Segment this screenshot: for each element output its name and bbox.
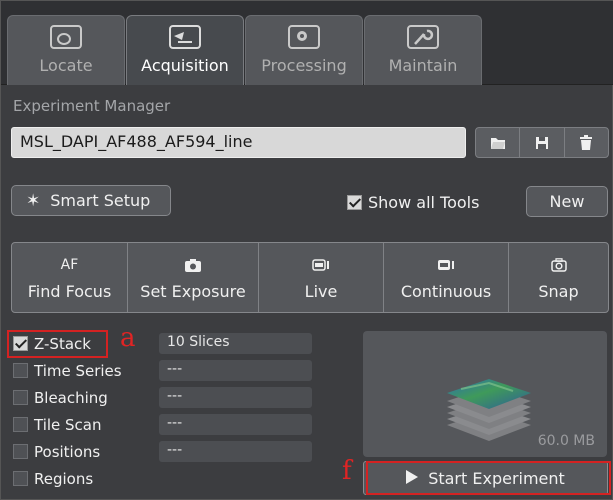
z-stack-highlight <box>7 330 108 358</box>
tab-acquisition[interactable]: Acquisition <box>126 15 244 85</box>
dimension-value: --- <box>159 414 312 435</box>
tab-processing[interactable]: Processing <box>245 15 363 85</box>
dimension-time-series[interactable]: Time Series <box>13 360 122 381</box>
dimension-value: 10 Slices <box>159 333 312 354</box>
tab-maintain[interactable]: Maintain <box>364 15 482 85</box>
stack-preview: 60.0 MB <box>363 331 607 457</box>
dimension-value: --- <box>159 360 312 381</box>
delete-icon[interactable] <box>565 128 608 157</box>
tile-scan-checkbox[interactable] <box>13 417 28 432</box>
dimension-label: Bleaching <box>34 388 108 407</box>
dimension-regions[interactable]: Regions <box>13 468 93 489</box>
live-camera-icon <box>312 254 330 276</box>
action-label: Find Focus <box>27 282 112 301</box>
tab-label: Processing <box>261 56 347 75</box>
dimension-value: --- <box>159 387 312 408</box>
continuous-button[interactable]: Continuous <box>384 243 509 312</box>
time-series-checkbox[interactable] <box>13 363 28 378</box>
action-label: Live <box>304 282 338 301</box>
locate-icon <box>8 24 124 50</box>
action-label: Snap <box>538 282 579 301</box>
magic-wand-icon: ✶ <box>26 190 41 211</box>
dimension-label: Regions <box>34 469 94 488</box>
open-folder-icon[interactable] <box>476 128 521 157</box>
tab-locate[interactable]: Locate <box>7 15 125 85</box>
camera-icon <box>185 254 201 276</box>
live-button[interactable]: Live <box>259 243 384 312</box>
zen-acquisition-panel: Locate Acquisition Processing Maintain E… <box>0 0 613 500</box>
acquisition-actions: AF Find Focus Set Exposure Live Continuo… <box>11 242 609 313</box>
tab-label: Maintain <box>388 56 458 75</box>
dimension-label: Positions <box>34 442 101 461</box>
regions-checkbox[interactable] <box>13 471 28 486</box>
maintain-icon <box>365 24 481 50</box>
annotation-a: a <box>120 323 136 353</box>
tab-bar: Locate Acquisition Processing Maintain <box>1 1 613 85</box>
new-button[interactable]: New <box>526 186 608 217</box>
experiment-select[interactable]: MSL_DAPI_AF488_AF594_line <box>11 127 466 158</box>
action-label: Set Exposure <box>140 282 246 301</box>
snap-camera-icon <box>550 254 567 276</box>
processing-icon <box>246 24 362 50</box>
experiment-manager-label: Experiment Manager <box>13 97 171 115</box>
tab-label: Locate <box>39 56 93 75</box>
acquisition-icon <box>127 24 243 50</box>
annotation-f: f <box>342 456 352 486</box>
smart-setup-button[interactable]: ✶ Smart Setup <box>11 185 171 216</box>
positions-checkbox[interactable] <box>13 444 28 459</box>
show-all-tools-label: Show all Tools <box>368 193 480 212</box>
save-icon[interactable] <box>520 128 565 157</box>
set-exposure-button[interactable]: Set Exposure <box>128 243 259 312</box>
action-label: Continuous <box>400 282 492 301</box>
start-experiment-highlight <box>366 461 611 495</box>
show-all-tools[interactable]: Show all Tools <box>347 193 479 212</box>
dimension-tile-scan[interactable]: Tile Scan <box>13 414 102 435</box>
dimension-label: Tile Scan <box>34 415 102 434</box>
experiment-file-buttons <box>475 127 609 158</box>
snap-button[interactable]: Snap <box>509 243 608 312</box>
continuous-camera-icon <box>437 254 455 276</box>
bleaching-checkbox[interactable] <box>13 390 28 405</box>
dimension-bleaching[interactable]: Bleaching <box>13 387 108 408</box>
dimension-label: Time Series <box>34 361 122 380</box>
show-all-tools-checkbox[interactable] <box>347 195 362 210</box>
dimension-value: --- <box>159 441 312 462</box>
find-focus-button[interactable]: AF Find Focus <box>12 243 128 312</box>
smart-setup-label: Smart Setup <box>50 191 151 210</box>
dimension-positions[interactable]: Positions <box>13 441 100 462</box>
tab-label: Acquisition <box>141 56 229 75</box>
file-size: 60.0 MB <box>537 433 595 449</box>
af-icon: AF <box>60 257 79 273</box>
z-stack-image <box>447 379 531 441</box>
